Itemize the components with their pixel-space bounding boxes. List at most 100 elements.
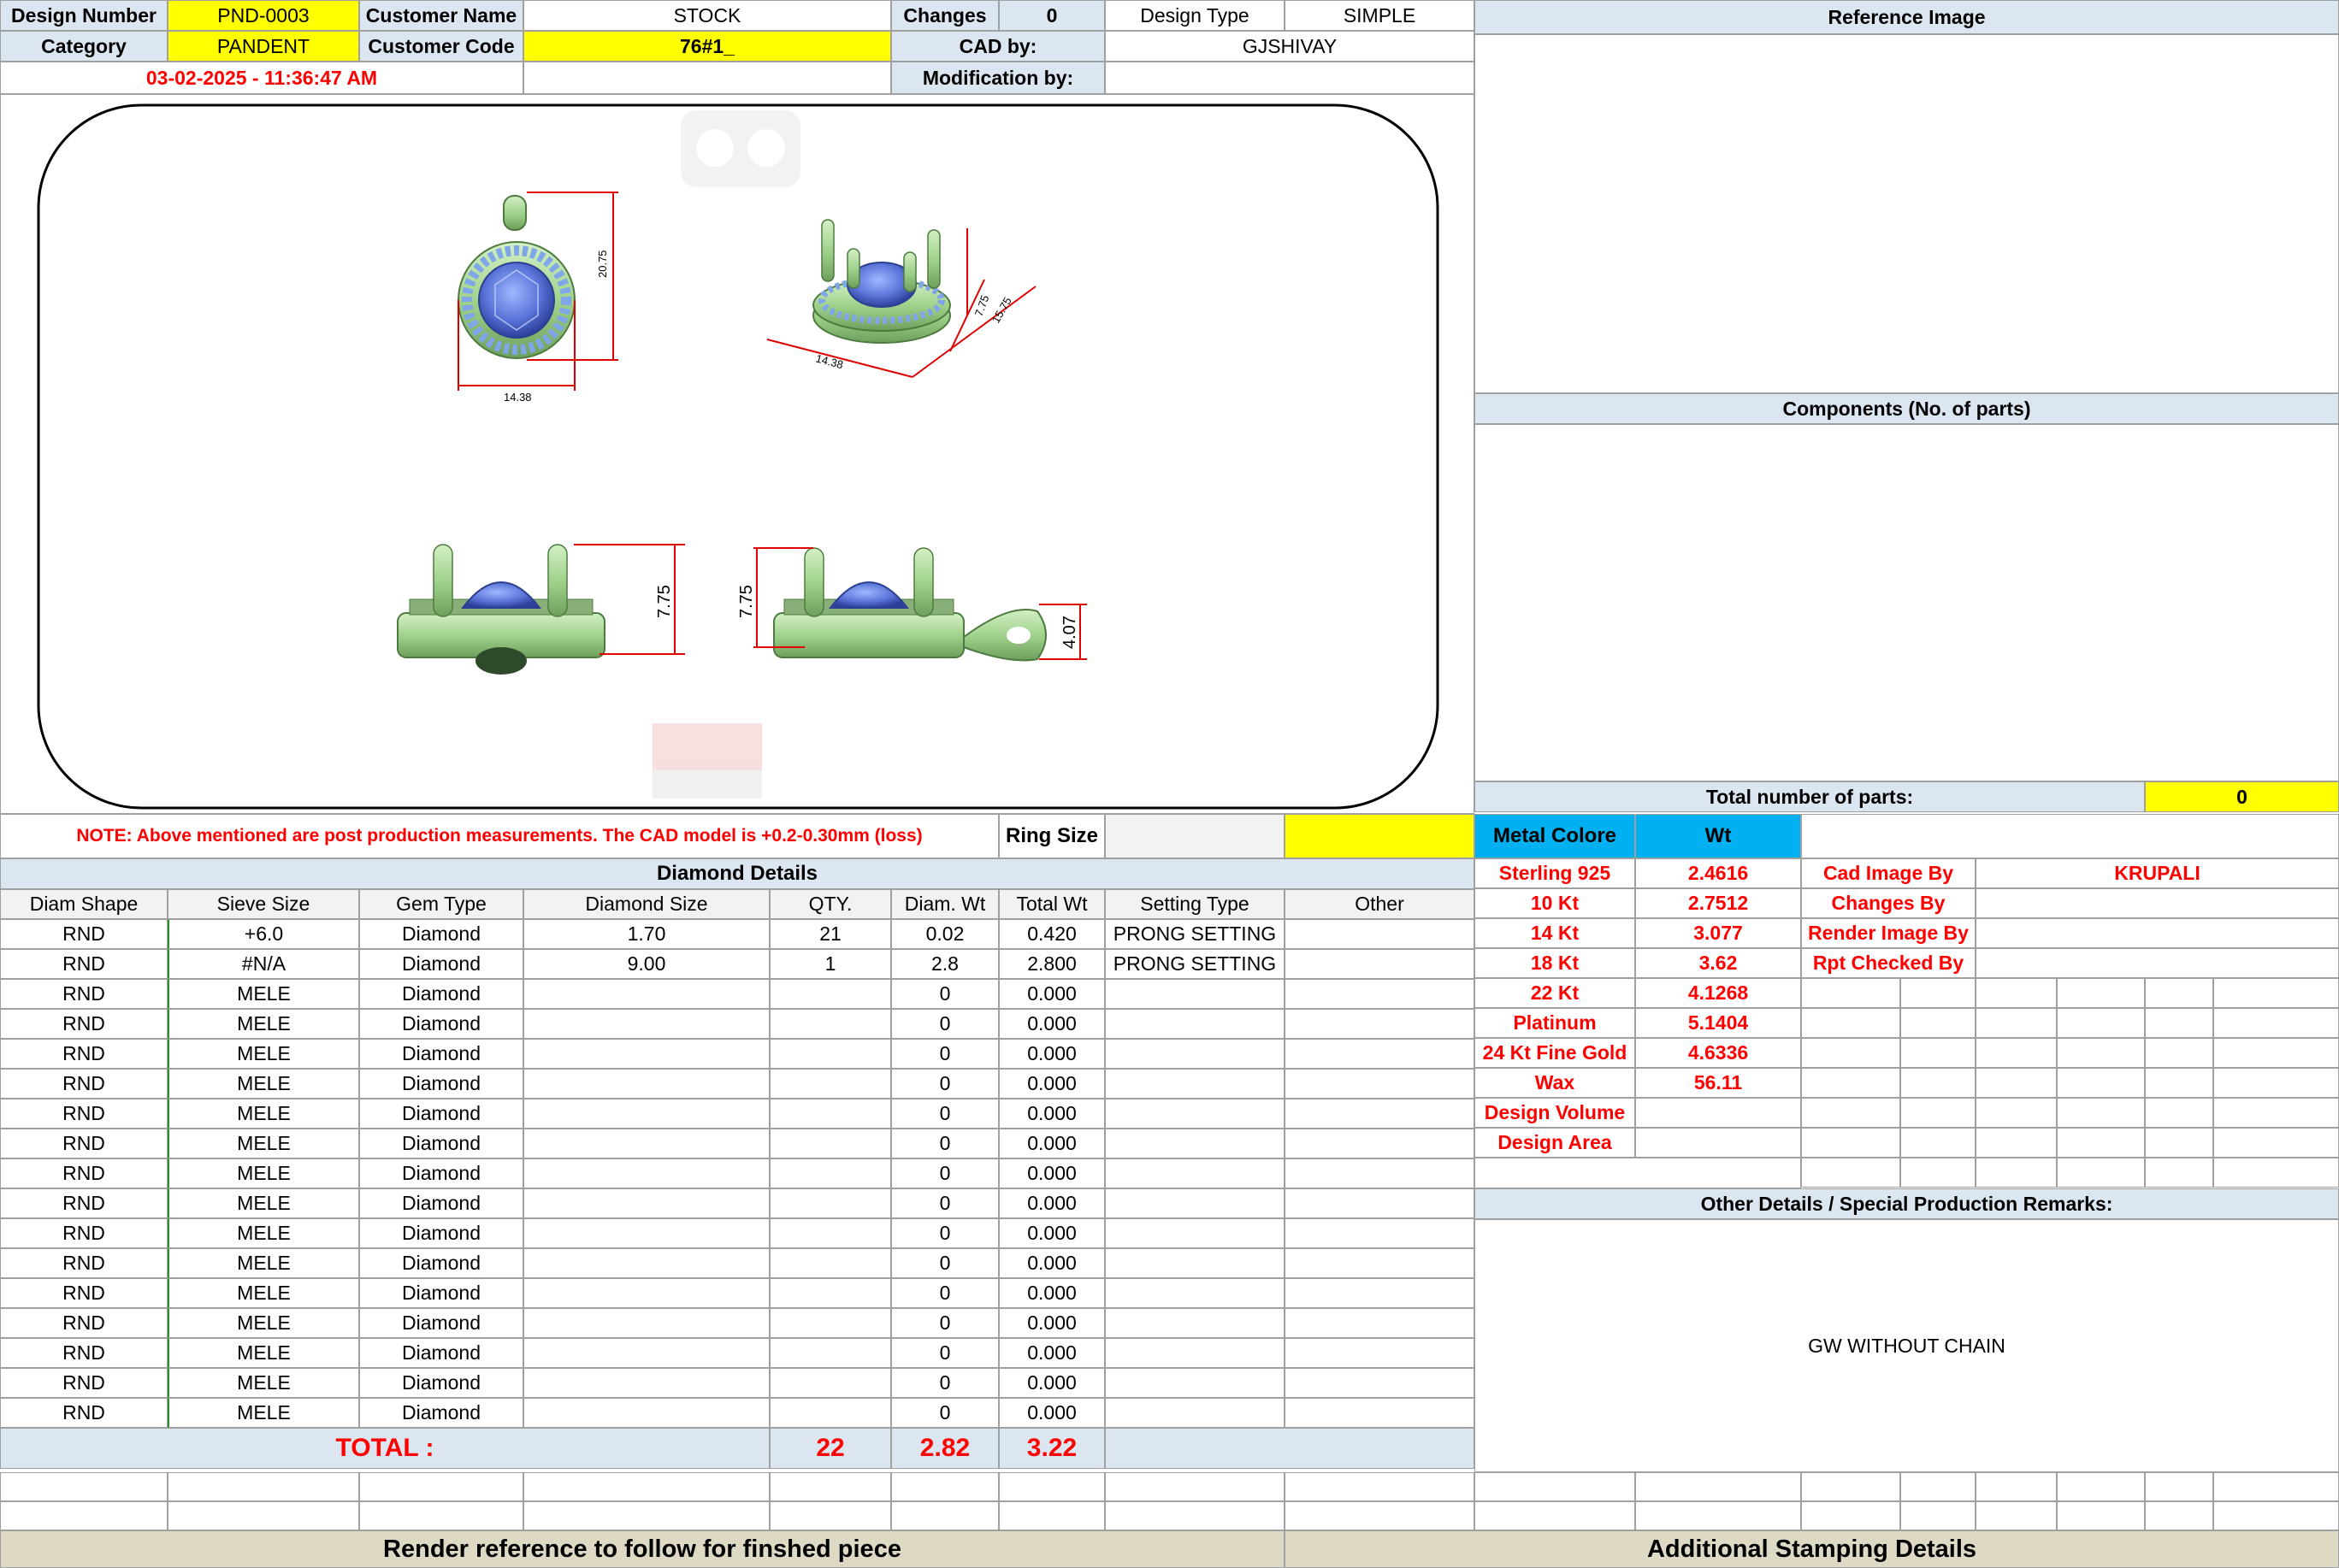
- cell-diam-wt[interactable]: 0: [891, 1278, 999, 1308]
- cell-diam-shape[interactable]: RND: [0, 1338, 168, 1368]
- modification-by-value[interactable]: [1105, 62, 1474, 94]
- metal-weight[interactable]: [1635, 1128, 1801, 1158]
- cad-by-value[interactable]: GJSHIVAY: [1105, 31, 1474, 62]
- cell-total-wt[interactable]: 0.000: [999, 1338, 1105, 1368]
- cell-diamond-size[interactable]: [523, 1398, 770, 1428]
- grid-cell[interactable]: [1635, 1472, 1801, 1501]
- cell-sieve-size[interactable]: MELE: [168, 1099, 359, 1129]
- cell-diam-shape[interactable]: RND: [0, 1218, 168, 1248]
- cell-setting-type[interactable]: [1105, 1338, 1285, 1368]
- cell-sieve-size[interactable]: MELE: [168, 1368, 359, 1398]
- cell-other[interactable]: [1285, 1009, 1474, 1039]
- cell-diam-shape[interactable]: RND: [0, 1039, 168, 1069]
- cell-qty[interactable]: [770, 1069, 891, 1099]
- cell-gem-type[interactable]: Diamond: [359, 949, 523, 979]
- grid-cell[interactable]: [770, 1501, 891, 1530]
- cell-other[interactable]: [1285, 949, 1474, 979]
- grid-cell[interactable]: [1105, 1501, 1285, 1530]
- ring-size-highlight[interactable]: [1285, 814, 1474, 858]
- grid-cell[interactable]: [1900, 1098, 1976, 1128]
- cell-diam-wt[interactable]: 0: [891, 1039, 999, 1069]
- grid-cell[interactable]: [1900, 978, 1976, 1008]
- cell-setting-type[interactable]: [1105, 1278, 1285, 1308]
- metal-weight[interactable]: 2.4616: [1635, 858, 1801, 888]
- grid-cell[interactable]: [0, 1472, 168, 1501]
- cell-total-wt[interactable]: 0.000: [999, 1218, 1105, 1248]
- cell-sieve-size[interactable]: MELE: [168, 1069, 359, 1099]
- grid-cell[interactable]: [2213, 1008, 2339, 1038]
- cell-qty[interactable]: [770, 1158, 891, 1188]
- grid-cell[interactable]: [2213, 1128, 2339, 1158]
- grid-cell[interactable]: [999, 1472, 1105, 1501]
- grid-cell[interactable]: [2145, 1472, 2213, 1501]
- cell-total-wt[interactable]: 0.000: [999, 1278, 1105, 1308]
- grid-cell[interactable]: [2145, 1098, 2213, 1128]
- grid-cell[interactable]: [1801, 1038, 1900, 1068]
- cell-sieve-size[interactable]: MELE: [168, 1248, 359, 1278]
- cell-sieve-size[interactable]: MELE: [168, 1338, 359, 1368]
- cell-sieve-size[interactable]: MELE: [168, 1308, 359, 1338]
- grid-cell[interactable]: [891, 1472, 999, 1501]
- metal-weight[interactable]: 5.1404: [1635, 1008, 1801, 1038]
- cell-total-wt[interactable]: 0.000: [999, 1009, 1105, 1039]
- cell-diam-wt[interactable]: 0: [891, 1308, 999, 1338]
- grid-cell[interactable]: [2213, 978, 2339, 1008]
- grid-cell[interactable]: [1900, 1472, 1976, 1501]
- cell-diamond-size[interactable]: [523, 1158, 770, 1188]
- cell-qty[interactable]: [770, 1039, 891, 1069]
- grid-cell[interactable]: [1900, 1128, 1976, 1158]
- cell-diam-shape[interactable]: RND: [0, 1099, 168, 1129]
- total-parts-value[interactable]: 0: [2145, 781, 2339, 812]
- cell-diam-shape[interactable]: RND: [0, 1308, 168, 1338]
- cell-diamond-size[interactable]: [523, 1338, 770, 1368]
- cell-diam-wt[interactable]: 2.8: [891, 949, 999, 979]
- grid-cell[interactable]: [1801, 1158, 1900, 1188]
- cell-other[interactable]: [1285, 1129, 1474, 1158]
- customer-name-value[interactable]: STOCK: [523, 0, 891, 31]
- cell-diamond-size[interactable]: 1.70: [523, 919, 770, 949]
- cell-diam-shape[interactable]: RND: [0, 1368, 168, 1398]
- grid-cell[interactable]: [1801, 1008, 1900, 1038]
- grid-cell[interactable]: [1285, 1472, 1474, 1501]
- grid-cell[interactable]: [1976, 978, 2057, 1008]
- cell-total-wt[interactable]: 0.420: [999, 919, 1105, 949]
- grid-cell[interactable]: [1285, 1501, 1474, 1530]
- grid-cell[interactable]: [1801, 1068, 1900, 1098]
- metal-weight[interactable]: 4.6336: [1635, 1038, 1801, 1068]
- cell-total-wt[interactable]: 0.000: [999, 1368, 1105, 1398]
- cell-sieve-size[interactable]: +6.0: [168, 919, 359, 949]
- cell-total-wt[interactable]: 0.000: [999, 1308, 1105, 1338]
- cell-gem-type[interactable]: Diamond: [359, 1009, 523, 1039]
- cell-setting-type[interactable]: [1105, 1248, 1285, 1278]
- cell-diam-wt[interactable]: 0: [891, 1099, 999, 1129]
- changes-value[interactable]: 0: [999, 0, 1105, 31]
- cell-total-wt[interactable]: 0.000: [999, 1158, 1105, 1188]
- grid-cell[interactable]: [1900, 1501, 1976, 1530]
- cell-gem-type[interactable]: Diamond: [359, 1129, 523, 1158]
- grid-cell[interactable]: [1976, 1501, 2057, 1530]
- cell-gem-type[interactable]: Diamond: [359, 1218, 523, 1248]
- cell-setting-type[interactable]: [1105, 979, 1285, 1009]
- grid-cell[interactable]: [2145, 1038, 2213, 1068]
- grid-cell[interactable]: [2057, 1158, 2145, 1188]
- grid-cell[interactable]: [1801, 978, 1900, 1008]
- cell-total-wt[interactable]: 0.000: [999, 1099, 1105, 1129]
- cell-gem-type[interactable]: Diamond: [359, 1069, 523, 1099]
- cell-qty[interactable]: [770, 1308, 891, 1338]
- grid-cell[interactable]: [1635, 1501, 1801, 1530]
- grid-cell[interactable]: [1900, 1158, 1976, 1188]
- cell-sieve-size[interactable]: MELE: [168, 1398, 359, 1428]
- grid-cell[interactable]: [2057, 1038, 2145, 1068]
- cell-setting-type[interactable]: [1105, 1039, 1285, 1069]
- cell-total-wt[interactable]: 0.000: [999, 1248, 1105, 1278]
- cell-qty[interactable]: [770, 1338, 891, 1368]
- category-value[interactable]: PANDENT: [168, 31, 359, 62]
- grid-cell[interactable]: [1976, 1472, 2057, 1501]
- cell-setting-type[interactable]: [1105, 1129, 1285, 1158]
- grid-cell[interactable]: [2057, 1472, 2145, 1501]
- cell-total-wt[interactable]: 0.000: [999, 1398, 1105, 1428]
- cell-qty[interactable]: [770, 1129, 891, 1158]
- cell-diam-wt[interactable]: 0: [891, 1368, 999, 1398]
- grid-cell[interactable]: [359, 1501, 523, 1530]
- grid-cell[interactable]: [1976, 1098, 2057, 1128]
